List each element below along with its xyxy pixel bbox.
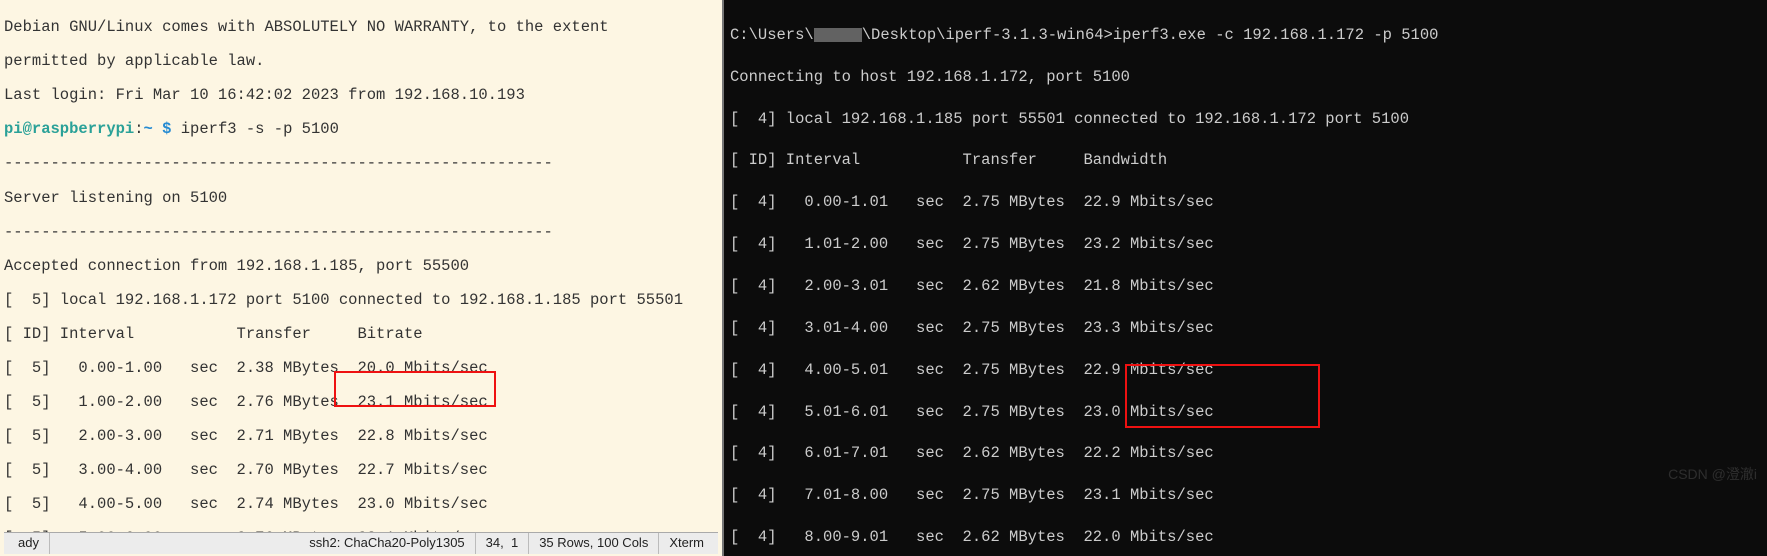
status-term: Xterm	[659, 533, 714, 554]
status-dims: 35 Rows, 100 Cols	[529, 533, 659, 554]
table-row: [ 4] 4.00-5.01 sec 2.75 MBytes 22.9 Mbit…	[730, 360, 1761, 381]
text-line: permitted by applicable law.	[4, 53, 718, 70]
divider-dashes: ----------------------------------------…	[4, 155, 718, 172]
local-endpoint: [ 5] local 192.168.1.172 port 5100 conne…	[4, 292, 718, 309]
local-endpoint: [ 4] local 192.168.1.185 port 55501 conn…	[730, 109, 1761, 130]
table-row: [ 4] 5.01-6.01 sec 2.75 MBytes 23.0 Mbit…	[730, 402, 1761, 423]
table-row: [ 4] 1.01-2.00 sec 2.75 MBytes 23.2 Mbit…	[730, 234, 1761, 255]
table-row: [ 5] 2.00-3.00 sec 2.71 MBytes 22.8 Mbit…	[4, 428, 718, 445]
server-listening: Server listening on 5100	[4, 190, 718, 207]
table-row: [ 4] 8.00-9.01 sec 2.62 MBytes 22.0 Mbit…	[730, 527, 1761, 548]
shell-prompt-line[interactable]: pi@raspberrypi:~ $ iperf3 -s -p 5100	[4, 121, 718, 138]
text-line: Debian GNU/Linux comes with ABSOLUTELY N…	[4, 19, 718, 36]
status-cursor-pos: 34, 1	[476, 533, 530, 554]
table-row: [ 4] 7.01-8.00 sec 2.75 MBytes 23.1 Mbit…	[730, 485, 1761, 506]
terminal-output[interactable]: Debian GNU/Linux comes with ABSOLUTELY N…	[4, 2, 718, 532]
table-header: [ ID] Interval Transfer Bandwidth	[730, 150, 1761, 171]
watermark: CSDN @澄澈i	[1668, 465, 1757, 484]
prompt-user: pi@raspberrypi	[4, 120, 134, 138]
table-row: [ 4] 2.00-3.01 sec 2.62 MBytes 21.8 Mbit…	[730, 276, 1761, 297]
status-ready: ady	[8, 533, 50, 554]
shell-prompt-line[interactable]: C:\Users\ \Desktop\iperf-3.1.3-win64>iper…	[730, 25, 1761, 46]
command-text: iperf3 -s -p 5100	[171, 120, 338, 138]
table-row: [ 5] 0.00-1.00 sec 2.38 MBytes 20.0 Mbit…	[4, 360, 718, 377]
divider-dashes: ----------------------------------------…	[4, 224, 718, 241]
prompt-colon: :	[134, 120, 143, 138]
linux-terminal-pane[interactable]: Debian GNU/Linux comes with ABSOLUTELY N…	[0, 0, 724, 556]
table-row: [ 4] 0.00-1.01 sec 2.75 MBytes 22.9 Mbit…	[730, 192, 1761, 213]
windows-terminal-pane[interactable]: C:\Users\ \Desktop\iperf-3.1.3-win64>iper…	[724, 0, 1767, 556]
table-row: [ 5] 1.00-2.00 sec 2.76 MBytes 23.1 Mbit…	[4, 394, 718, 411]
status-ssh: ssh2: ChaCha20-Poly1305	[299, 533, 475, 554]
table-row: [ 4] 6.01-7.01 sec 2.62 MBytes 22.2 Mbit…	[730, 443, 1761, 464]
command-text: iperf3.exe -c 192.168.1.172 -p 5100	[1113, 26, 1439, 44]
prompt-path: ~ $	[144, 120, 172, 138]
table-row: [ 5] 3.00-4.00 sec 2.70 MBytes 22.7 Mbit…	[4, 462, 718, 479]
prompt-post: \Desktop\iperf-3.1.3-win64>	[862, 26, 1113, 44]
table-row: [ 5] 4.00-5.00 sec 2.74 MBytes 23.0 Mbit…	[4, 496, 718, 513]
redacted-username	[814, 28, 862, 42]
accepted-connection: Accepted connection from 192.168.1.185, …	[4, 258, 718, 275]
table-header: [ ID] Interval Transfer Bitrate	[4, 326, 718, 343]
text-line: Last login: Fri Mar 10 16:42:02 2023 fro…	[4, 87, 718, 104]
table-row: [ 4] 3.01-4.00 sec 2.75 MBytes 23.3 Mbit…	[730, 318, 1761, 339]
connecting-line: Connecting to host 192.168.1.172, port 5…	[730, 67, 1761, 88]
prompt-pre: C:\Users\	[730, 26, 814, 44]
status-bar: ady ssh2: ChaCha20-Poly1305 34, 1 35 Row…	[4, 532, 718, 554]
